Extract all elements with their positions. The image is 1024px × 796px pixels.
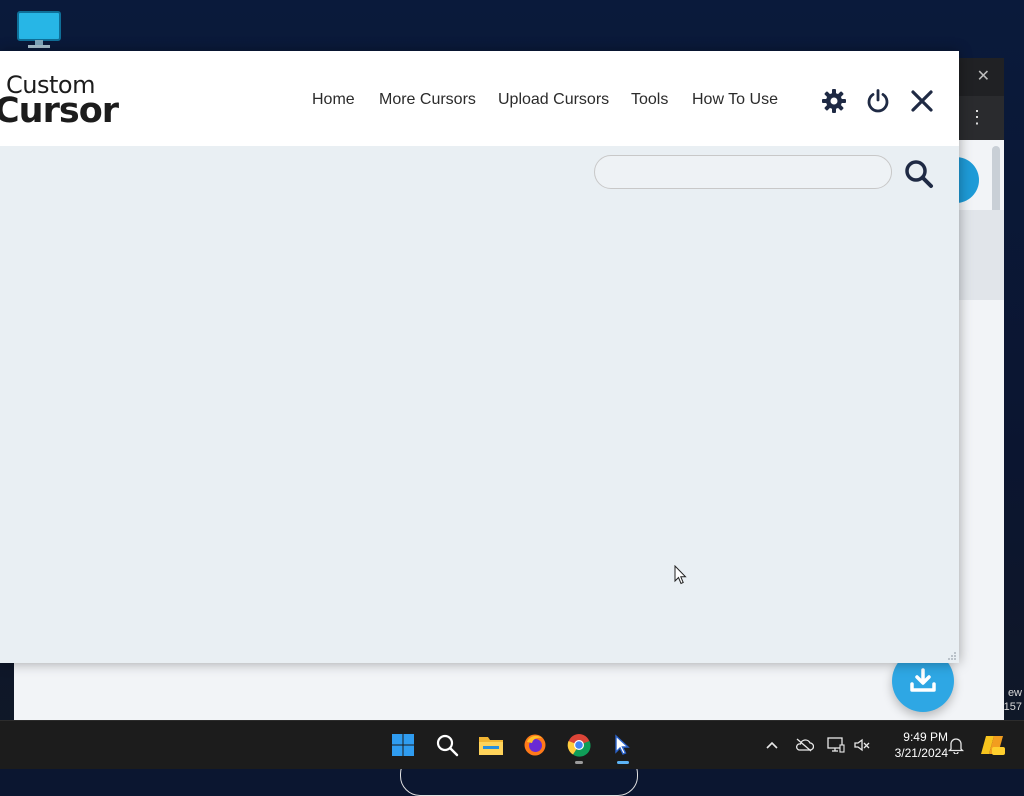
- app-header: Custom Cursor Home More Cursors Upload C…: [0, 51, 959, 146]
- custom-cursor-icon: [615, 734, 630, 755]
- resize-grip-icon[interactable]: [947, 651, 957, 661]
- firefox-button[interactable]: [521, 731, 549, 759]
- custom-cursor-taskbar-button[interactable]: [609, 731, 637, 759]
- network-button[interactable]: [826, 735, 846, 755]
- file-explorer-icon: [479, 737, 503, 755]
- app-logo[interactable]: Custom Cursor: [0, 71, 134, 131]
- copilot-icon: [981, 736, 1005, 755]
- notification-bell-icon: [948, 738, 964, 754]
- search-icon: [436, 734, 459, 757]
- search-input[interactable]: [594, 155, 892, 189]
- close-button[interactable]: [908, 87, 936, 115]
- cloud-offline-icon: [796, 738, 814, 752]
- windows-start-icon: [392, 734, 414, 756]
- custom-cursor-app-window: Custom Cursor Home More Cursors Upload C…: [0, 51, 959, 663]
- nav-home[interactable]: Home: [312, 91, 355, 109]
- custom-cursor-active-indicator: [617, 761, 629, 764]
- taskbar: 9:49 PM 3/21/2024: [0, 720, 1024, 769]
- gear-icon: [822, 89, 846, 113]
- start-button[interactable]: [389, 731, 417, 759]
- firefox-icon: [524, 734, 546, 756]
- show-hidden-icons-button[interactable]: [762, 735, 782, 755]
- taskbar-search-button[interactable]: [433, 731, 461, 759]
- mouse-pointer-icon: [674, 565, 687, 585]
- clock-time: 9:49 PM: [903, 730, 948, 744]
- nav-how-to-use[interactable]: How To Use: [692, 91, 778, 109]
- file-explorer-button[interactable]: [477, 731, 505, 759]
- volume-button[interactable]: [852, 735, 872, 755]
- search-button[interactable]: [902, 157, 936, 191]
- display-icon: [827, 737, 845, 753]
- chevron-up-icon: [766, 741, 778, 749]
- chrome-icon: [567, 734, 591, 757]
- power-button[interactable]: [864, 87, 892, 115]
- browser-close-icon[interactable]: ✕: [977, 66, 990, 86]
- logo-cursor-text: Cursor: [0, 91, 119, 131]
- taskbar-clock[interactable]: 9:49 PM 3/21/2024: [878, 729, 948, 761]
- settings-button[interactable]: [820, 87, 848, 115]
- nav-upload-cursors[interactable]: Upload Cursors: [498, 91, 609, 109]
- notifications-button[interactable]: [946, 735, 966, 755]
- speaker-muted-icon: [854, 738, 870, 752]
- chrome-button[interactable]: [565, 731, 593, 759]
- clock-date: 3/21/2024: [894, 746, 948, 760]
- browser-menu-icon[interactable]: ⋮: [968, 107, 986, 128]
- browser-edge-text: ew 157: [1003, 687, 1022, 713]
- power-icon: [867, 89, 889, 113]
- onedrive-button[interactable]: [794, 735, 814, 755]
- chrome-running-indicator: [575, 761, 583, 764]
- close-icon: [911, 90, 933, 112]
- nav-more-cursors[interactable]: More Cursors: [379, 91, 476, 109]
- copilot-button[interactable]: [980, 732, 1006, 758]
- download-icon: [910, 668, 936, 692]
- nav-tools[interactable]: Tools: [631, 91, 668, 109]
- this-pc-desktop-icon[interactable]: [16, 10, 64, 50]
- search-icon: [905, 160, 933, 188]
